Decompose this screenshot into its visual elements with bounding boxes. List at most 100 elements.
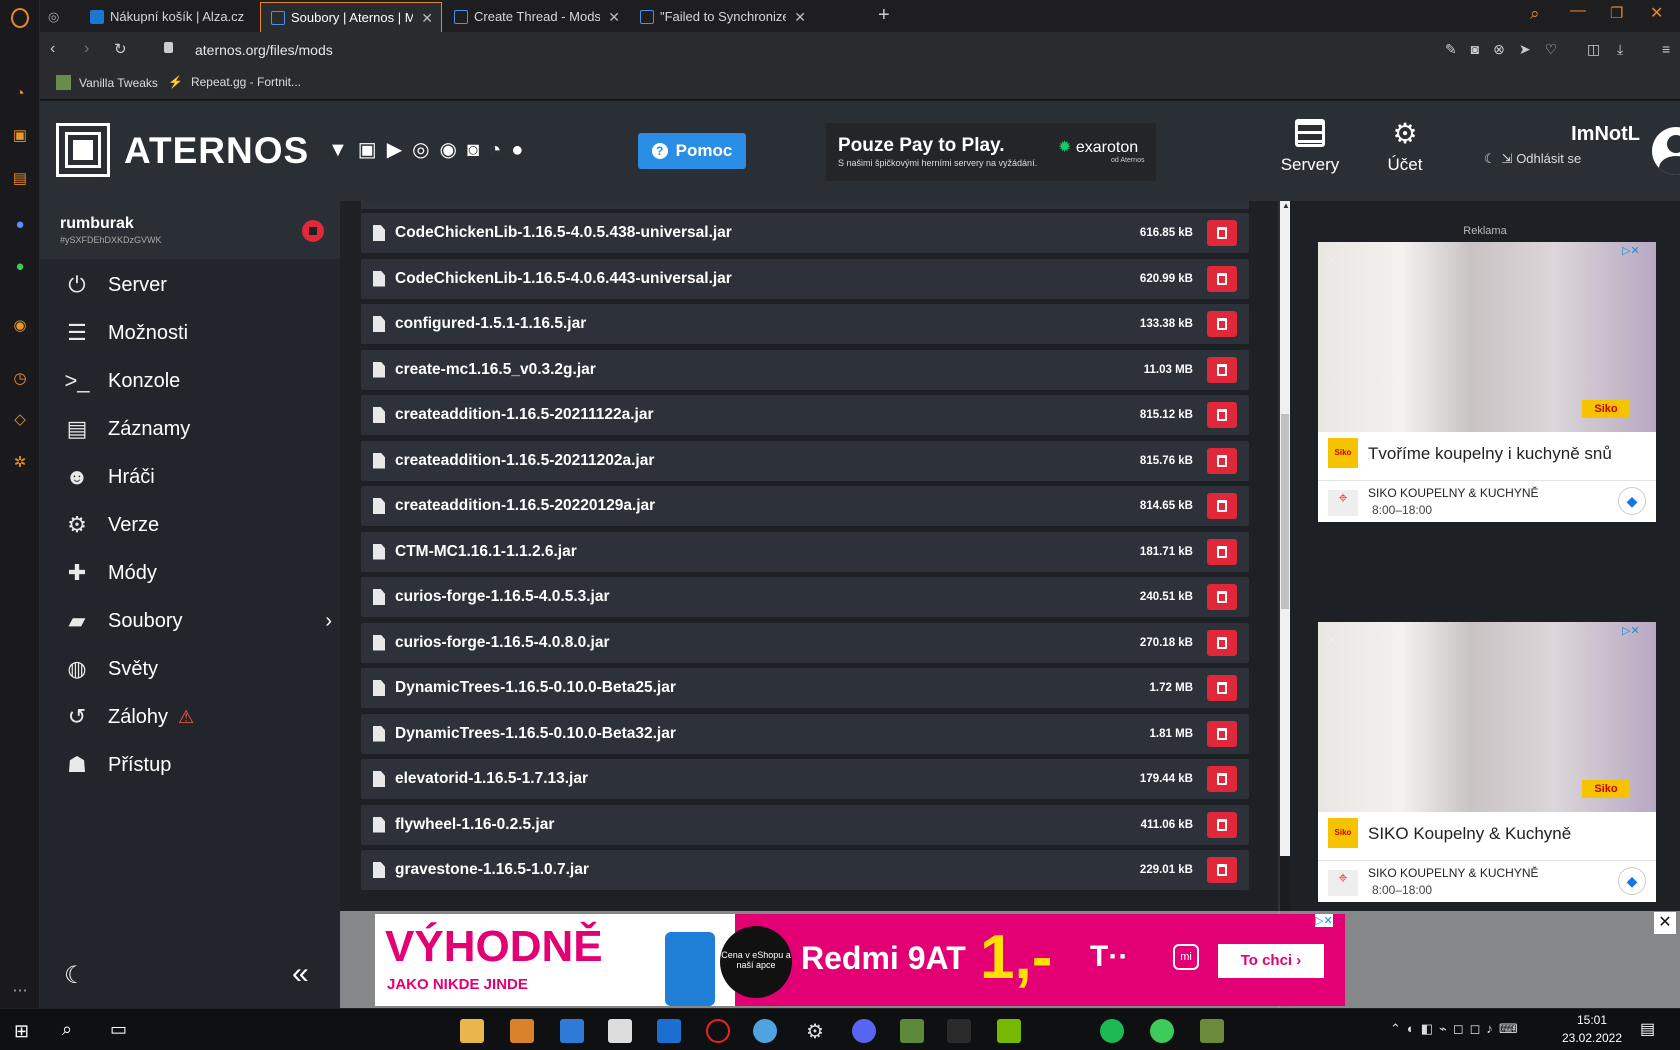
store-icon[interactable] — [510, 1019, 534, 1043]
delete-button[interactable] — [1207, 356, 1237, 383]
dark-mode-icon[interactable]: ☾ — [64, 961, 86, 990]
adchoices-icon[interactable]: ▷✕ — [1315, 914, 1333, 927]
moon-icon[interactable]: ☾ — [1484, 151, 1496, 166]
extensions-icon[interactable]: ◫ — [1587, 41, 1600, 58]
discord-icon[interactable] — [852, 1019, 876, 1043]
menu-icon[interactable]: ≡ — [1662, 41, 1670, 57]
social-icons[interactable]: ▼▣▶◎◉◙◔● — [328, 137, 533, 162]
nvidia-icon[interactable] — [997, 1019, 1021, 1043]
account-link[interactable]: ⚙ Účet — [1370, 119, 1440, 175]
nav-versions[interactable]: ⚙ Verze — [60, 505, 159, 545]
system-tray-icons[interactable]: ⌃◐◧⌁◻◻♪⌨ — [1390, 1021, 1524, 1037]
nav-worlds[interactable]: ◍ Světy — [60, 649, 158, 689]
minimize-icon[interactable]: — — [1570, 2, 1586, 20]
directions-icon[interactable]: ◆ — [1618, 487, 1646, 515]
lock-icon[interactable] — [164, 42, 173, 53]
file-name[interactable]: createaddition-1.16.5-20220129a.jar — [395, 497, 1140, 515]
paint-icon[interactable] — [753, 1019, 777, 1043]
app-icon[interactable] — [657, 1019, 681, 1043]
file-name[interactable]: gravestone-1.16.5-1.0.7.jar — [395, 861, 1140, 879]
app-icon[interactable] — [560, 1019, 584, 1043]
file-row[interactable]: createaddition-1.16.5-20211122a.jar 815.1… — [361, 395, 1249, 435]
nav-server[interactable]: ⏻ Server — [60, 265, 167, 305]
player-icon[interactable]: ◉ — [9, 315, 31, 337]
mute-icon[interactable]: ✕ — [1326, 252, 1338, 269]
twitch-icon[interactable]: ▤ — [9, 168, 31, 190]
messenger-icon[interactable]: ● — [9, 214, 31, 236]
notifications-icon[interactable]: ▤ — [1640, 1019, 1655, 1039]
file-name[interactable]: configured-1.5.1-1.16.5.jar — [395, 315, 1140, 333]
file-name[interactable]: create-mc1.16.5_v0.3.2g.jar — [395, 361, 1144, 379]
cta-button[interactable]: To chci › — [1218, 944, 1324, 978]
promo-banner[interactable]: Pouze Pay to Play. S našimi špičkovými h… — [826, 123, 1156, 181]
restore-icon[interactable]: ❐ — [1610, 4, 1623, 22]
file-row[interactable]: create-mc1.16.5_v0.3.2g.jar 11.03 MB — [361, 349, 1249, 390]
bottom-banner-ad[interactable]: VÝHODNĚ JAKO NIKDE JINDE Cena v eShopu a… — [375, 914, 1345, 1006]
file-name[interactable]: CodeChickenLib-1.16.5-4.0.6.443-universa… — [395, 270, 1140, 288]
logout-link[interactable]: ☾ ⇲ Odhlásit se — [1484, 151, 1581, 167]
forward-icon[interactable]: › — [84, 40, 89, 58]
history-icon[interactable]: ◷ — [9, 368, 31, 390]
url-field[interactable]: aternos.org/files/mods — [195, 42, 333, 58]
delete-button[interactable] — [1207, 811, 1237, 838]
bookmark-repeat[interactable]: ⚡ Repeat.gg - Fortnit... — [168, 75, 301, 89]
scrollbar-thumb[interactable] — [1281, 414, 1289, 609]
delete-button[interactable] — [1207, 447, 1237, 474]
speed-dial-icon[interactable]: ◔ — [9, 83, 31, 105]
file-row[interactable]: CodeChickenLib-1.16.5-4.0.6.443-universa… — [361, 258, 1249, 299]
file-name[interactable]: flywheel-1.16-0.2.5.jar — [395, 816, 1141, 834]
address-actions-icons[interactable]: ✎◙⊗➤♡ — [1445, 41, 1571, 58]
delete-button[interactable] — [1207, 402, 1237, 428]
file-name[interactable]: elevatorid-1.16.5-1.7.13.jar — [395, 770, 1140, 788]
delete-button[interactable] — [1207, 857, 1237, 883]
file-name[interactable]: DynamicTrees-1.16.5-0.10.0-Beta32.jar — [395, 725, 1150, 743]
file-row[interactable]: DynamicTrees-1.16.5-0.10.0-Beta25.jar 1.7… — [361, 668, 1249, 708]
task-view-icon[interactable]: ▭ — [110, 1019, 127, 1040]
ad-siko-1[interactable]: ✕ ▷✕ Siko Siko Tvoříme koupelny i kuchyn… — [1318, 242, 1656, 522]
nav-backups[interactable]: ↺ Zálohy ⚠ — [60, 697, 194, 737]
nav-access[interactable]: ☗ Přístup — [60, 745, 171, 785]
more-icon[interactable]: ⋯ — [9, 980, 31, 1002]
avatar[interactable] — [1652, 127, 1680, 175]
nav-options[interactable]: ☰ Možnosti — [60, 313, 188, 353]
close-icon[interactable]: ✕ — [608, 3, 620, 31]
close-window-icon[interactable]: ✕ — [1650, 3, 1663, 23]
discord-icon[interactable]: ◙ — [467, 139, 489, 161]
bookmark-vanilla-tweaks[interactable]: Vanilla Tweaks — [56, 75, 158, 90]
close-icon[interactable]: ✕ — [421, 4, 433, 32]
file-name[interactable]: CodeChickenLib-1.16.5-4.0.5.438-universa… — [395, 224, 1140, 242]
windows-start-icon[interactable]: ⊞ — [14, 1021, 29, 1042]
file-row[interactable]: gravestone-1.16.5-1.0.7.jar 229.01 kB — [361, 850, 1249, 890]
file-row[interactable]: createaddition-1.16.5-20211202a.jar 815.7… — [361, 440, 1249, 481]
workspace-icon[interactable]: ▣ — [9, 125, 31, 147]
scroll-up-icon[interactable]: ▲ — [1282, 201, 1290, 210]
minecraft-launcher-icon[interactable] — [1200, 1019, 1224, 1043]
back-icon[interactable]: ‹ — [50, 40, 55, 58]
mute-icon[interactable]: ✕ — [1326, 632, 1338, 649]
directions-icon[interactable]: ◆ — [1618, 867, 1646, 895]
file-row[interactable]: CodeChickenLib-1.16.5-4.0.5.438-universa… — [361, 213, 1249, 253]
support-icon[interactable]: ◔ — [489, 139, 511, 161]
opera-icon[interactable] — [706, 1019, 730, 1043]
cube-icon[interactable]: ◇ — [9, 409, 31, 431]
file-name[interactable]: CTM-MC1.16.1-1.1.2.6.jar — [395, 543, 1140, 561]
scrollbar[interactable]: ▲ — [1280, 201, 1290, 856]
nav-logs[interactable]: ▤ Záznamy — [60, 409, 191, 449]
delete-button[interactable] — [1207, 311, 1237, 337]
file-name[interactable]: createaddition-1.16.5-20211122a.jar — [395, 406, 1140, 424]
file-name[interactable]: DynamicTrees-1.16.5-0.10.0-Beta25.jar — [395, 679, 1150, 697]
file-row[interactable]: CTM-MC1.16.1-1.1.2.6.jar 181.71 kB — [361, 531, 1249, 572]
spotify-icon[interactable] — [1100, 1019, 1124, 1043]
server-card[interactable]: rumburak #ySXFDEhDXKDzGVWK — [40, 201, 340, 259]
delete-button[interactable] — [1207, 493, 1237, 519]
app-icon[interactable] — [947, 1019, 971, 1043]
file-name[interactable]: createaddition-1.16.5-20211202a.jar — [395, 452, 1140, 470]
app-icon[interactable] — [1150, 1019, 1174, 1043]
aternos-logo-icon[interactable] — [56, 123, 110, 177]
search-tabs-icon[interactable]: ⌕ — [1530, 4, 1540, 24]
delete-button[interactable] — [1207, 220, 1237, 246]
tab-failed-sync[interactable]: "Failed to Synchronize regi ✕ — [630, 2, 814, 32]
delete-button[interactable] — [1207, 629, 1237, 656]
delete-button[interactable] — [1207, 265, 1237, 292]
nav-console[interactable]: >_ Konzole — [60, 361, 180, 401]
